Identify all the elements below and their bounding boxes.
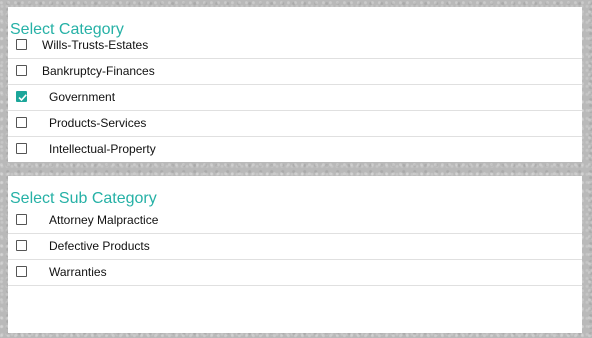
category-item-label: Wills-Trusts-Estates — [42, 38, 149, 52]
checkbox-icon[interactable] — [16, 117, 27, 128]
category-item-products-services[interactable]: Products-Services — [8, 111, 582, 137]
checkbox-icon[interactable] — [16, 266, 27, 277]
category-panel: Select Category Wills-Trusts-Estates Ban… — [8, 7, 582, 162]
category-item-label: Intellectual-Property — [49, 142, 156, 156]
category-item-label: Bankruptcy-Finances — [42, 64, 155, 78]
category-item-government[interactable]: Government — [8, 85, 582, 111]
sub-category-panel: Select Sub Category Attorney Malpractice… — [8, 176, 582, 333]
sub-category-item-attorney-malpractice[interactable]: Attorney Malpractice — [8, 208, 582, 234]
sub-category-title: Select Sub Category — [10, 190, 157, 207]
sub-category-item-defective-products[interactable]: Defective Products — [8, 234, 582, 260]
sub-category-item-warranties[interactable]: Warranties — [8, 260, 582, 286]
sub-category-list: Attorney Malpractice Defective Products … — [8, 208, 582, 286]
category-list: Wills-Trusts-Estates Bankruptcy-Finances… — [8, 33, 582, 162]
category-item-wills-trusts-estates[interactable]: Wills-Trusts-Estates — [8, 33, 582, 59]
checkbox-icon[interactable] — [16, 39, 27, 50]
checkbox-icon[interactable] — [16, 214, 27, 225]
checkbox-icon[interactable] — [16, 65, 27, 76]
sub-category-item-label: Attorney Malpractice — [49, 213, 159, 227]
category-item-bankruptcy-finances[interactable]: Bankruptcy-Finances — [8, 59, 582, 85]
sub-category-item-label: Warranties — [49, 265, 107, 279]
checkbox-icon[interactable] — [16, 143, 27, 154]
checkbox-icon[interactable] — [16, 240, 27, 251]
category-item-label: Products-Services — [49, 116, 147, 130]
checkbox-checked-icon[interactable] — [16, 91, 27, 102]
sub-category-item-label: Defective Products — [49, 239, 150, 253]
category-item-intellectual-property[interactable]: Intellectual-Property — [8, 137, 582, 162]
category-item-label: Government — [49, 90, 116, 104]
